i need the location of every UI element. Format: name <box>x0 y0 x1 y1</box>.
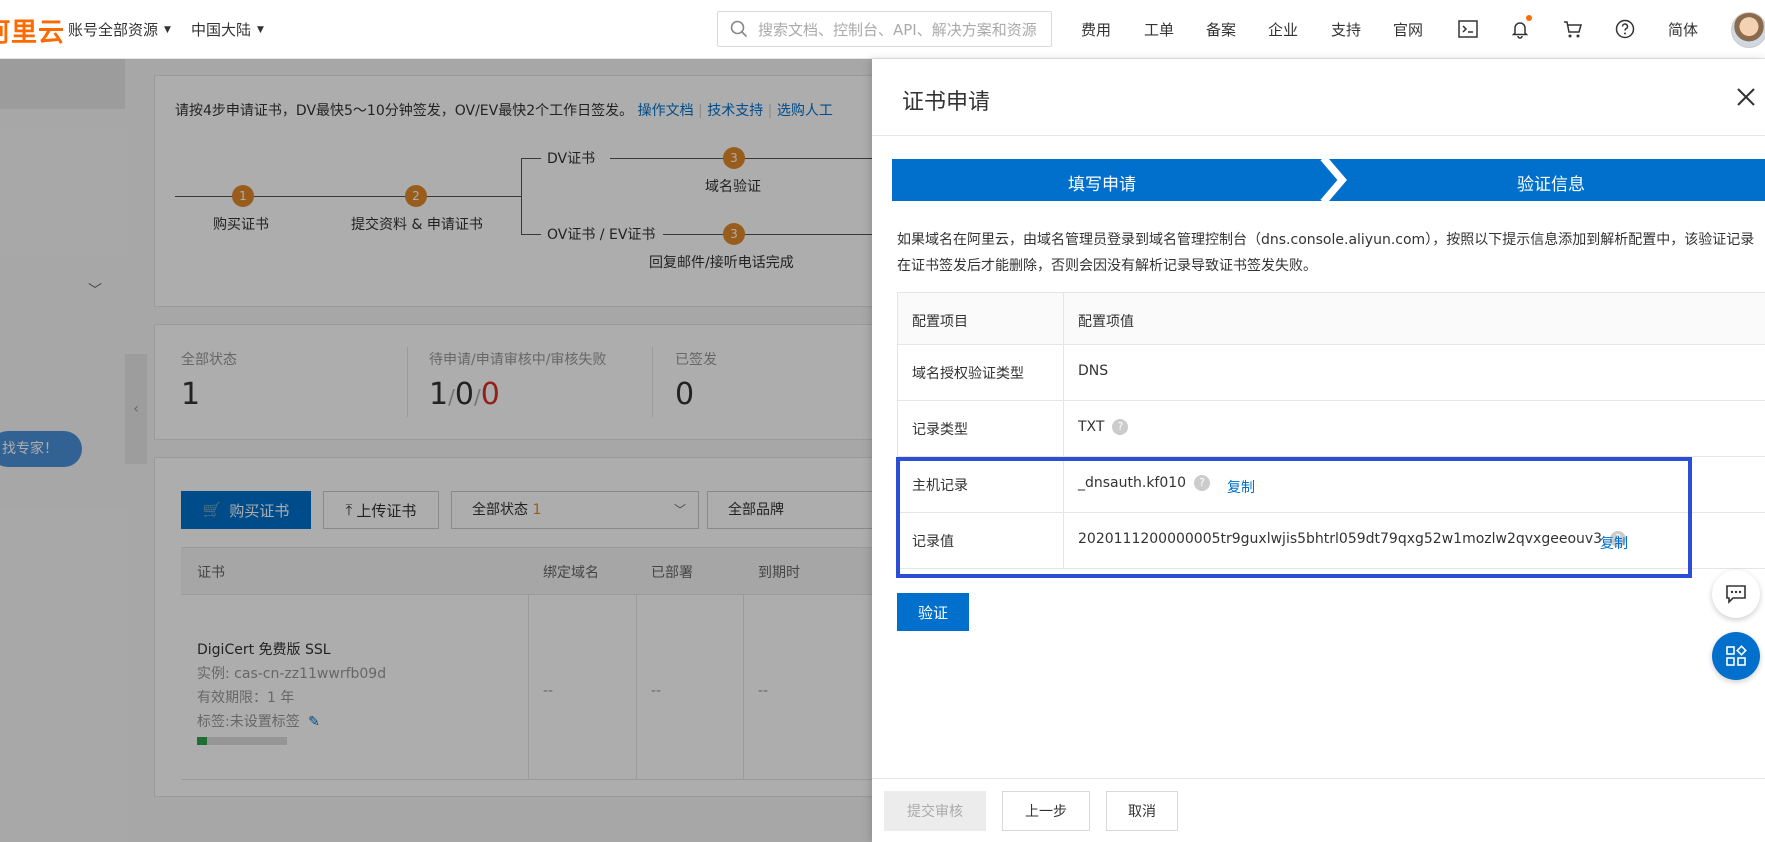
col-config-value: 配置项值 <box>1078 314 1134 330</box>
caret-down-icon: ▼ <box>257 24 264 35</box>
dns-instructions: 如果域名在阿里云，由域名管理员登录到域名管理控制台（dns.console.al… <box>897 232 1755 274</box>
record-type-value: TXT <box>1078 419 1105 435</box>
cancel-button[interactable]: 取消 <box>1106 791 1178 831</box>
terminal-icon[interactable] <box>1456 17 1480 41</box>
table-row: 记录值 2020111200000005tr9guxlwjis5bhtrl059… <box>897 513 1765 569</box>
table-row: 记录类型 TXT ? <box>897 401 1765 457</box>
auth-type-value: DNS <box>1078 363 1109 379</box>
help-icon[interactable]: ? <box>1194 475 1211 491</box>
column-divider <box>1063 513 1064 568</box>
help-icon[interactable]: ? <box>1112 419 1129 435</box>
nav-icp[interactable]: 备案 <box>1206 19 1236 40</box>
region-label: 中国大陆 <box>191 21 252 39</box>
account-resources-menu[interactable]: 账号全部资源 ▼ <box>68 19 171 40</box>
cart-icon[interactable] <box>1561 17 1585 41</box>
wizard-steps-graphic <box>892 159 1765 201</box>
column-divider <box>1063 401 1064 456</box>
wizard-steps: 填写申请 验证信息 <box>892 159 1765 201</box>
verify-button[interactable]: 验证 <box>897 593 969 631</box>
notification-dot <box>1526 15 1532 21</box>
avatar[interactable] <box>1731 12 1765 48</box>
top-bar: 阿里云 账号全部资源 ▼ 中国大陆 ▼ 搜索文档、控制台、API、解决方案和资源 费… <box>0 0 1765 59</box>
copy-record-value-link[interactable]: 复制 <box>1600 533 1628 553</box>
nav-official-site[interactable]: 官网 <box>1393 19 1423 40</box>
host-record-value[interactable]: _dnsauth.kf010 <box>1078 475 1186 491</box>
step-fill-application: 填写申请 <box>1068 175 1136 195</box>
nav-enterprise[interactable]: 企业 <box>1268 19 1298 40</box>
record-type-cell: TXT ? <box>1078 419 1129 435</box>
table-row: 域名授权验证类型 DNS <box>897 345 1765 401</box>
nav-tickets[interactable]: 工单 <box>1144 19 1174 40</box>
help-icon[interactable] <box>1613 17 1637 41</box>
table-header: 配置项目 配置项值 <box>897 293 1765 345</box>
column-divider <box>1063 293 1064 344</box>
divider <box>872 135 1765 136</box>
search-icon <box>730 20 748 38</box>
auth-type-key: 域名授权验证类型 <box>912 366 1024 382</box>
logo[interactable]: 阿里云 <box>0 12 65 49</box>
chat-icon[interactable] <box>1712 570 1760 618</box>
apps-icon[interactable] <box>1712 632 1760 680</box>
account-resources-label: 账号全部资源 <box>68 21 159 39</box>
caret-down-icon: ▼ <box>164 24 171 35</box>
modal-backdrop[interactable] <box>0 59 872 842</box>
close-icon[interactable] <box>1734 85 1758 109</box>
dns-config-table: 配置项目 配置项值 域名授权验证类型 DNS 记录类型 TXT ? 主机记录 _… <box>897 292 1765 569</box>
language-switch[interactable]: 简体 <box>1668 19 1698 40</box>
step-verify-info: 验证信息 <box>1517 175 1585 195</box>
submit-review-button[interactable]: 提交审核 <box>884 791 986 831</box>
search-placeholder: 搜索文档、控制台、API、解决方案和资源 <box>758 20 1037 39</box>
drawer-title: 证书申请 <box>902 90 991 115</box>
record-type-key: 记录类型 <box>912 422 968 438</box>
table-row: 主机记录 _dnsauth.kf010 ? 复制 <box>897 457 1765 513</box>
bell-icon[interactable] <box>1508 15 1532 41</box>
previous-step-button[interactable]: 上一步 <box>1002 791 1090 831</box>
record-value-cell: 2020111200000005tr9guxlwjis5bhtrl059dt79… <box>1078 531 1627 547</box>
search-input[interactable]: 搜索文档、控制台、API、解决方案和资源 <box>717 11 1052 47</box>
col-config-item: 配置项目 <box>912 314 968 330</box>
column-divider <box>1063 345 1064 400</box>
nav-support[interactable]: 支持 <box>1331 19 1361 40</box>
host-record-key: 主机记录 <box>912 478 968 494</box>
drawer-footer: 提交审核 上一步 取消 <box>872 778 1765 842</box>
region-menu[interactable]: 中国大陆 ▼ <box>191 19 264 40</box>
certificate-apply-drawer: 证书申请 填写申请 验证信息 如果域名在阿里云，由域名管理员登录到域名管理控制台… <box>872 59 1765 842</box>
column-divider <box>1063 457 1064 512</box>
host-record-cell: _dnsauth.kf010 ? <box>1078 475 1211 491</box>
record-value-key: 记录值 <box>912 534 954 550</box>
copy-host-record-link[interactable]: 复制 <box>1227 477 1255 497</box>
nav-fees[interactable]: 费用 <box>1081 19 1111 40</box>
record-value[interactable]: 2020111200000005tr9guxlwjis5bhtrl059dt79… <box>1078 531 1602 547</box>
